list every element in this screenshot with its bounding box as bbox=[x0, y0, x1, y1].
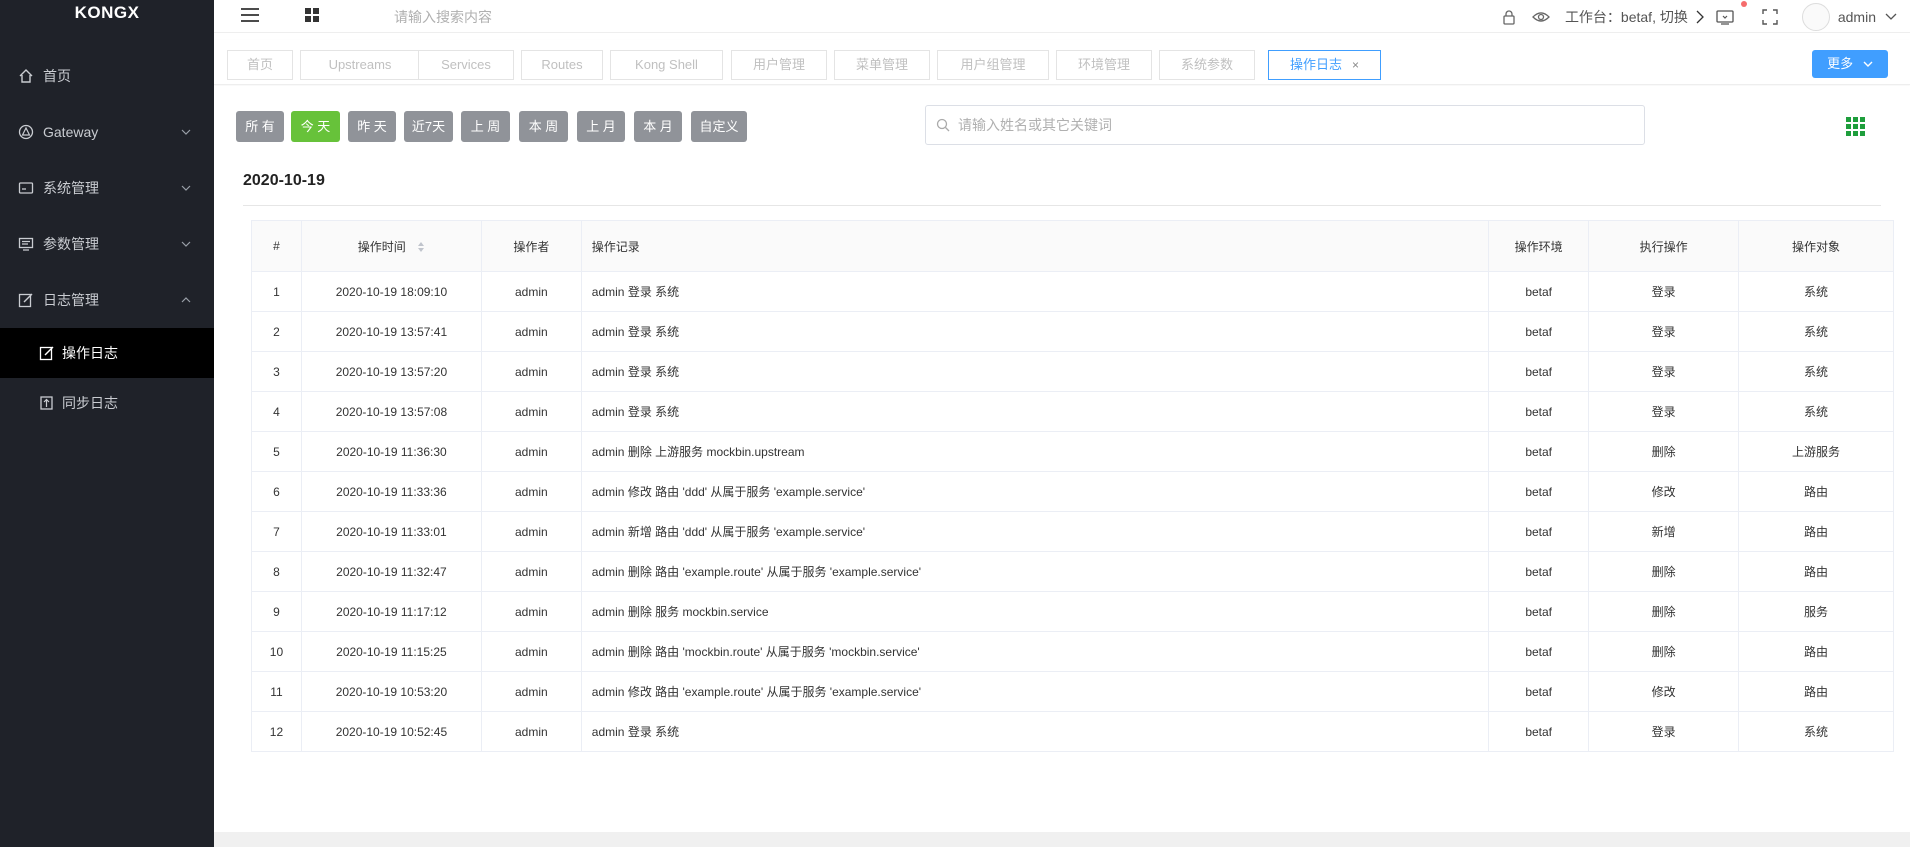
system-icon bbox=[17, 179, 35, 197]
sidebar-item-system[interactable]: 系统管理 bbox=[0, 160, 214, 216]
chevron-down-icon[interactable] bbox=[1882, 8, 1900, 26]
filter-this-month-button[interactable]: 本 月 bbox=[634, 111, 682, 142]
sidebar: KONGX 首页 Gateway 系统管理 参数管理 日志管理 操作日志 同步日… bbox=[0, 0, 214, 847]
chevron-down-icon bbox=[181, 185, 191, 191]
tab-routes[interactable]: Routes bbox=[521, 50, 603, 80]
date-group-title: 2020-10-19 bbox=[243, 172, 325, 189]
notification-icon[interactable] bbox=[1716, 8, 1734, 26]
filter-last-month-button[interactable]: 上 月 bbox=[577, 111, 625, 142]
tab-usergroup-management[interactable]: 用户组管理 bbox=[937, 50, 1049, 80]
log-icon bbox=[17, 291, 35, 309]
tab-user-management[interactable]: 用户管理 bbox=[731, 50, 827, 80]
table-row: 8 2020-10-19 11:32:47 admin admin 删除 路由 'ex… bbox=[251, 551, 1894, 592]
sidebar-item-home[interactable]: 首页 bbox=[0, 48, 214, 104]
column-header: # bbox=[251, 220, 302, 272]
operation-log-table: # 操作时间 操作者 操作记录 操作环境 执行操作 操作对象 1 2020-10-… bbox=[251, 220, 1894, 752]
column-header: 操作者 bbox=[480, 220, 582, 272]
sidebar-item-label: 参数管理 bbox=[43, 236, 99, 252]
sync-icon bbox=[38, 394, 56, 412]
table-row: 3 2020-10-19 13:57:20 admin admin 登录 系统 beta… bbox=[251, 351, 1894, 392]
sidebar-subitem-label: 同步日志 bbox=[62, 395, 118, 411]
close-icon[interactable]: × bbox=[1352, 58, 1359, 72]
sidebar-item-gateway[interactable]: Gateway bbox=[0, 104, 214, 160]
tab-kong-shell[interactable]: Kong Shell bbox=[610, 50, 723, 80]
sidebar-subitem-operation-log[interactable]: 操作日志 bbox=[0, 328, 214, 378]
tab-upstreams[interactable]: Upstreams bbox=[300, 50, 420, 80]
chevron-down-icon bbox=[1863, 61, 1873, 67]
table-row: 9 2020-10-19 11:17:12 admin admin 删除 服务 moc… bbox=[251, 591, 1894, 632]
fullscreen-icon[interactable] bbox=[1761, 8, 1779, 26]
notification-badge bbox=[1741, 1, 1747, 7]
main-content: 所 有 今 天 昨 天 近7天 上 周 本 周 上 月 本 月 自定义 2020… bbox=[214, 86, 1910, 847]
table-body: 1 2020-10-19 18:09:10 admin admin 登录 系统 beta… bbox=[251, 271, 1894, 752]
gateway-icon bbox=[17, 123, 35, 141]
chevron-right-icon[interactable] bbox=[1691, 8, 1709, 26]
table-row: 6 2020-10-19 11:33:36 admin admin 修改 路由 'dd… bbox=[251, 471, 1894, 512]
column-header: 操作记录 bbox=[580, 220, 1490, 272]
sidebar-item-logs[interactable]: 日志管理 bbox=[0, 272, 214, 328]
filter-today-button[interactable]: 今 天 bbox=[291, 111, 340, 142]
top-search-input[interactable] bbox=[394, 6, 694, 28]
apps-icon[interactable] bbox=[304, 7, 320, 23]
edit-icon bbox=[38, 344, 56, 362]
sidebar-item-label: 系统管理 bbox=[43, 180, 99, 196]
chevron-up-icon bbox=[181, 297, 191, 303]
table-row: 4 2020-10-19 13:57:08 admin admin 登录 系统 beta… bbox=[251, 391, 1894, 432]
workspace-switch-text[interactable]: 工作台：betaf, 切换 bbox=[1565, 7, 1688, 27]
divider bbox=[243, 205, 1881, 206]
filter-last-week-button[interactable]: 上 周 bbox=[461, 111, 510, 142]
sidebar-subitem-label: 操作日志 bbox=[62, 345, 118, 361]
table-row: 2 2020-10-19 13:57:41 admin admin 登录 系统 beta… bbox=[251, 311, 1894, 352]
home-icon bbox=[17, 67, 35, 85]
table-row: 11 2020-10-19 10:53:20 admin admin 修改 路由 'e… bbox=[251, 671, 1894, 712]
filter-last7days-button[interactable]: 近7天 bbox=[404, 111, 453, 142]
sidebar-item-label: Gateway bbox=[43, 124, 99, 140]
column-header: 操作对象 bbox=[1738, 220, 1894, 272]
filter-custom-button[interactable]: 自定义 bbox=[691, 111, 747, 142]
tab-env-management[interactable]: 环境管理 bbox=[1056, 50, 1152, 80]
filter-yesterday-button[interactable]: 昨 天 bbox=[348, 111, 396, 142]
header-right-tools: 工作台：betaf, 切换 admin bbox=[1493, 0, 1910, 33]
filter-this-week-button[interactable]: 本 周 bbox=[519, 111, 568, 142]
column-header: 执行操作 bbox=[1588, 220, 1740, 272]
sidebar-subitem-sync-log[interactable]: 同步日志 bbox=[0, 378, 214, 428]
chevron-down-icon bbox=[181, 241, 191, 247]
sidebar-item-label: 首页 bbox=[43, 68, 71, 84]
sidebar-item-label: 日志管理 bbox=[43, 292, 99, 308]
table-header-row: # 操作时间 操作者 操作记录 操作环境 执行操作 操作对象 bbox=[251, 220, 1894, 272]
tab-system-params[interactable]: 系统参数 bbox=[1159, 50, 1255, 80]
tab-operation-log[interactable]: 操作日志 × bbox=[1268, 50, 1381, 80]
avatar[interactable] bbox=[1801, 2, 1830, 31]
more-button[interactable]: 更多 bbox=[1812, 50, 1888, 78]
column-header: 操作环境 bbox=[1488, 220, 1590, 272]
table-row: 7 2020-10-19 11:33:01 admin admin 新增 路由 'dd… bbox=[251, 511, 1894, 552]
column-header-sortable[interactable]: 操作时间 bbox=[300, 220, 482, 272]
table-row: 1 2020-10-19 18:09:10 admin admin 登录 系统 beta… bbox=[251, 271, 1894, 312]
lock-icon[interactable] bbox=[1500, 8, 1518, 26]
tab-menu-management[interactable]: 菜单管理 bbox=[834, 50, 930, 80]
sort-icon[interactable] bbox=[417, 241, 425, 253]
tab-home[interactable]: 首页 bbox=[227, 50, 293, 80]
search-icon bbox=[936, 118, 950, 132]
top-header: 工作台：betaf, 切换 admin bbox=[214, 0, 1910, 33]
chevron-down-icon bbox=[181, 129, 191, 135]
params-icon bbox=[17, 235, 35, 253]
table-row: 10 2020-10-19 11:15:25 admin admin 删除 路由 'm… bbox=[251, 631, 1894, 672]
sidebar-item-params[interactable]: 参数管理 bbox=[0, 216, 214, 272]
user-name[interactable]: admin bbox=[1838, 9, 1876, 25]
grid-view-icon[interactable] bbox=[1846, 117, 1866, 137]
tab-services[interactable]: Services bbox=[418, 50, 514, 80]
app-logo: KONGX bbox=[74, 3, 140, 22]
table-row: 12 2020-10-19 10:52:45 admin admin 登录 系统 bet… bbox=[251, 711, 1894, 752]
eye-icon[interactable] bbox=[1532, 8, 1550, 26]
footer-bar bbox=[214, 832, 1910, 847]
log-search-input[interactable] bbox=[958, 117, 1618, 133]
filter-all-button[interactable]: 所 有 bbox=[236, 111, 284, 142]
tab-bar: 首页 Upstreams Services Routes Kong Shell … bbox=[214, 40, 1910, 85]
hamburger-icon[interactable] bbox=[240, 6, 260, 24]
table-row: 5 2020-10-19 11:36:30 admin admin 删除 上游服务 m… bbox=[251, 431, 1894, 472]
log-search-box bbox=[925, 105, 1645, 145]
